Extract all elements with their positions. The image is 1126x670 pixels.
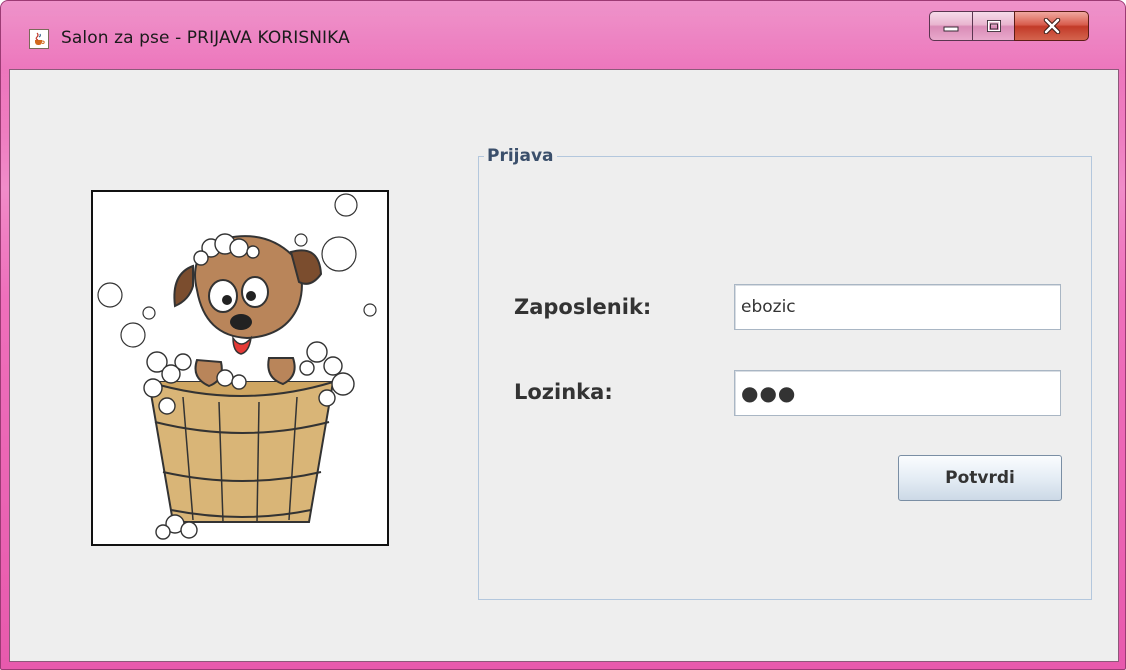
close-button[interactable]: [1014, 11, 1089, 41]
window-controls: [929, 11, 1115, 45]
dog-in-bathtub-illustration: [97, 193, 377, 540]
username-field[interactable]: ebozic: [734, 284, 1061, 330]
login-group-title: Prijava: [484, 146, 557, 166]
submit-button[interactable]: Potvrdi: [898, 455, 1062, 501]
maximize-button[interactable]: [972, 11, 1014, 41]
title-bar[interactable]: Salon za pse - PRIJAVA KORISNIKA: [1, 1, 1125, 63]
window-content: Prijava Zaposlenik: ebozic Lozinka: ●●● …: [9, 69, 1119, 662]
java-cup-icon[interactable]: [29, 29, 49, 49]
app-window: Salon za pse - PRIJAVA KORISNIKA Prijava…: [0, 0, 1126, 670]
password-field[interactable]: ●●●: [734, 370, 1061, 416]
password-label: Lozinka:: [514, 380, 613, 404]
maximize-icon: [986, 20, 1001, 32]
close-icon: [1043, 18, 1060, 34]
minimize-icon: [943, 26, 959, 32]
minimize-button[interactable]: [929, 11, 972, 41]
window-title: Salon za pse - PRIJAVA KORISNIKA: [61, 28, 350, 48]
dog-picture: [91, 190, 389, 546]
username-label: Zaposlenik:: [514, 295, 652, 319]
